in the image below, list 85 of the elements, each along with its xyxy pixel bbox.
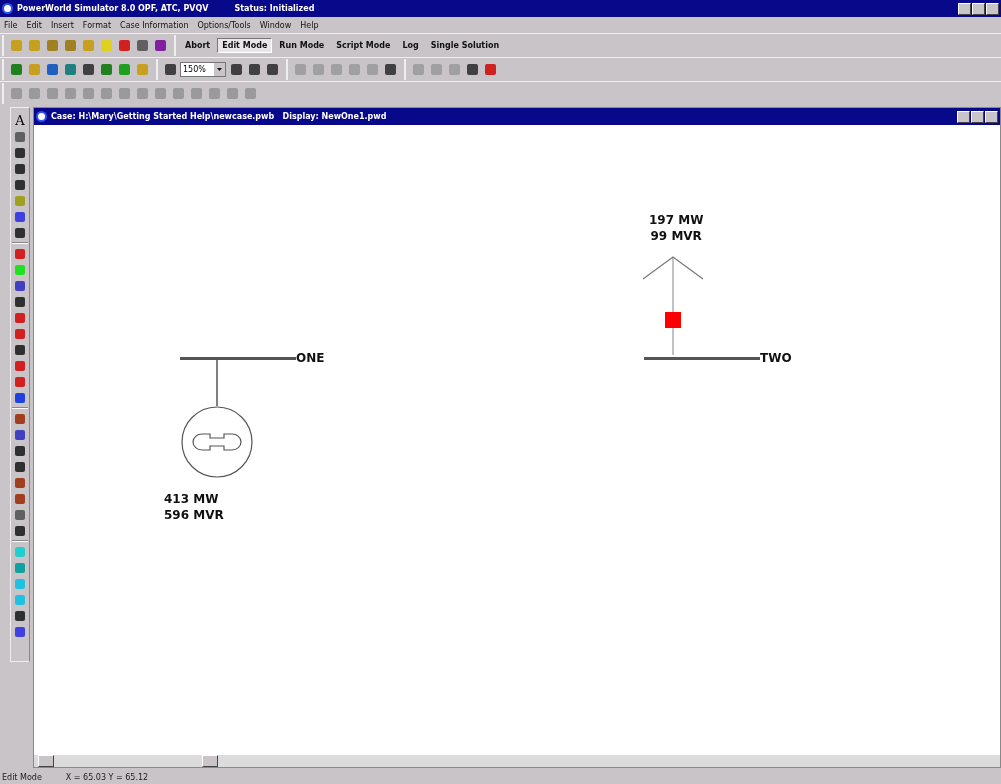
tool-icon[interactable] xyxy=(13,279,27,292)
scroll-thumb[interactable] xyxy=(202,755,218,767)
tool-icon[interactable] xyxy=(13,460,27,473)
status-coordinates: X = 65.03 Y = 65.12 xyxy=(65,772,149,782)
minimize-button[interactable] xyxy=(958,2,971,15)
toolbar-icon xyxy=(206,85,222,102)
toolbar-icon xyxy=(98,85,114,102)
toolbar-icon xyxy=(152,85,168,102)
tool-icon[interactable] xyxy=(13,210,27,223)
text-tool[interactable]: A xyxy=(15,114,25,127)
toolbar-icon[interactable] xyxy=(152,37,168,54)
menu-item[interactable]: Edit xyxy=(26,20,42,30)
toolbar-icon[interactable] xyxy=(44,61,60,78)
mw-value: 413 MW xyxy=(164,491,220,507)
toolbar-icon[interactable] xyxy=(264,61,280,78)
mw-value: 197 MW xyxy=(649,212,704,228)
tool-icon[interactable] xyxy=(13,391,27,404)
close-button[interactable] xyxy=(985,110,998,123)
tool-icon[interactable] xyxy=(13,412,27,425)
bus-label: TWO xyxy=(760,351,792,365)
toolbar-icon[interactable] xyxy=(134,37,150,54)
restore-button[interactable] xyxy=(971,110,984,123)
toolbar-icon xyxy=(44,85,60,102)
toolbar-icon[interactable] xyxy=(116,37,132,54)
bus-bar[interactable] xyxy=(180,356,296,360)
tool-icon[interactable] xyxy=(13,130,27,143)
bus-label: ONE xyxy=(296,351,325,365)
tool-icon[interactable] xyxy=(13,508,27,521)
toolbar-icon xyxy=(80,85,96,102)
toolbar-icon xyxy=(26,85,42,102)
toolbar-icon xyxy=(8,85,24,102)
menu-item[interactable]: Insert xyxy=(50,20,74,30)
toolbar-icon[interactable] xyxy=(80,61,96,78)
toolbar-icon xyxy=(188,85,204,102)
close-button[interactable] xyxy=(986,2,999,15)
menu-item[interactable]: Options/Tools xyxy=(197,20,251,30)
tool-icon[interactable] xyxy=(13,226,27,239)
menu-item[interactable]: Help xyxy=(300,20,319,30)
generator-drawing[interactable] xyxy=(180,358,254,478)
toolbar-icon[interactable] xyxy=(228,61,244,78)
tool-icon[interactable] xyxy=(13,609,27,622)
tool-icon[interactable] xyxy=(13,524,27,537)
toolbar-icon xyxy=(116,85,132,102)
tool-icon[interactable] xyxy=(13,178,27,191)
menu-item[interactable]: Case Information xyxy=(120,20,189,30)
toolbar-icon xyxy=(170,85,186,102)
scroll-left-button[interactable] xyxy=(38,755,54,767)
toolbar-icon xyxy=(62,85,78,102)
toolbar-icon xyxy=(242,85,258,102)
toolbar-icon xyxy=(224,85,240,102)
tool-icon[interactable] xyxy=(13,162,27,175)
toolbar-icon[interactable] xyxy=(246,61,262,78)
toolbar-icon[interactable] xyxy=(98,61,114,78)
menu-item[interactable]: Format xyxy=(82,20,112,30)
tool-icon[interactable] xyxy=(13,343,27,356)
tool-icon[interactable] xyxy=(13,476,27,489)
toolbar-icon[interactable] xyxy=(8,61,24,78)
window-title: PowerWorld Simulator 8.0 OPF, ATC, PVQV xyxy=(17,4,209,13)
toolbar-icon[interactable] xyxy=(62,61,78,78)
tool-icon[interactable] xyxy=(13,146,27,159)
tool-icon[interactable] xyxy=(13,444,27,457)
mvar-value: 596 MVR xyxy=(164,507,224,523)
app-icon xyxy=(2,3,13,14)
menu-item[interactable]: Window xyxy=(259,20,292,30)
toolbar-icon xyxy=(134,85,150,102)
document-icon xyxy=(36,111,47,122)
mode-button[interactable]: Edit Mode xyxy=(217,38,273,53)
tool-icon[interactable] xyxy=(13,492,27,505)
minimize-button[interactable] xyxy=(957,110,970,123)
document-title: Case: H:\Mary\Getting Started Help\newcase.pwb Display: NewOne1.pwd xyxy=(51,112,387,121)
toolbar-icon[interactable] xyxy=(482,61,498,78)
bus-bar[interactable] xyxy=(644,356,760,360)
toolbar-icon[interactable] xyxy=(464,61,480,78)
menu-item[interactable]: File xyxy=(4,20,18,30)
status-text: Status: Initialized xyxy=(234,4,315,13)
zoom-icon[interactable] xyxy=(162,61,178,78)
tool-icon[interactable] xyxy=(13,625,27,638)
mvar-value: 99 MVR xyxy=(650,228,702,244)
toolbar-icon[interactable] xyxy=(382,61,398,78)
horizontal-scrollbar[interactable] xyxy=(34,755,1000,767)
restore-button[interactable] xyxy=(972,2,985,15)
tool-icon[interactable] xyxy=(13,295,27,308)
zoom-dropdown[interactable]: 150% xyxy=(180,62,226,77)
status-mode: Edit Mode xyxy=(2,772,42,782)
tool-icon[interactable] xyxy=(13,428,27,441)
